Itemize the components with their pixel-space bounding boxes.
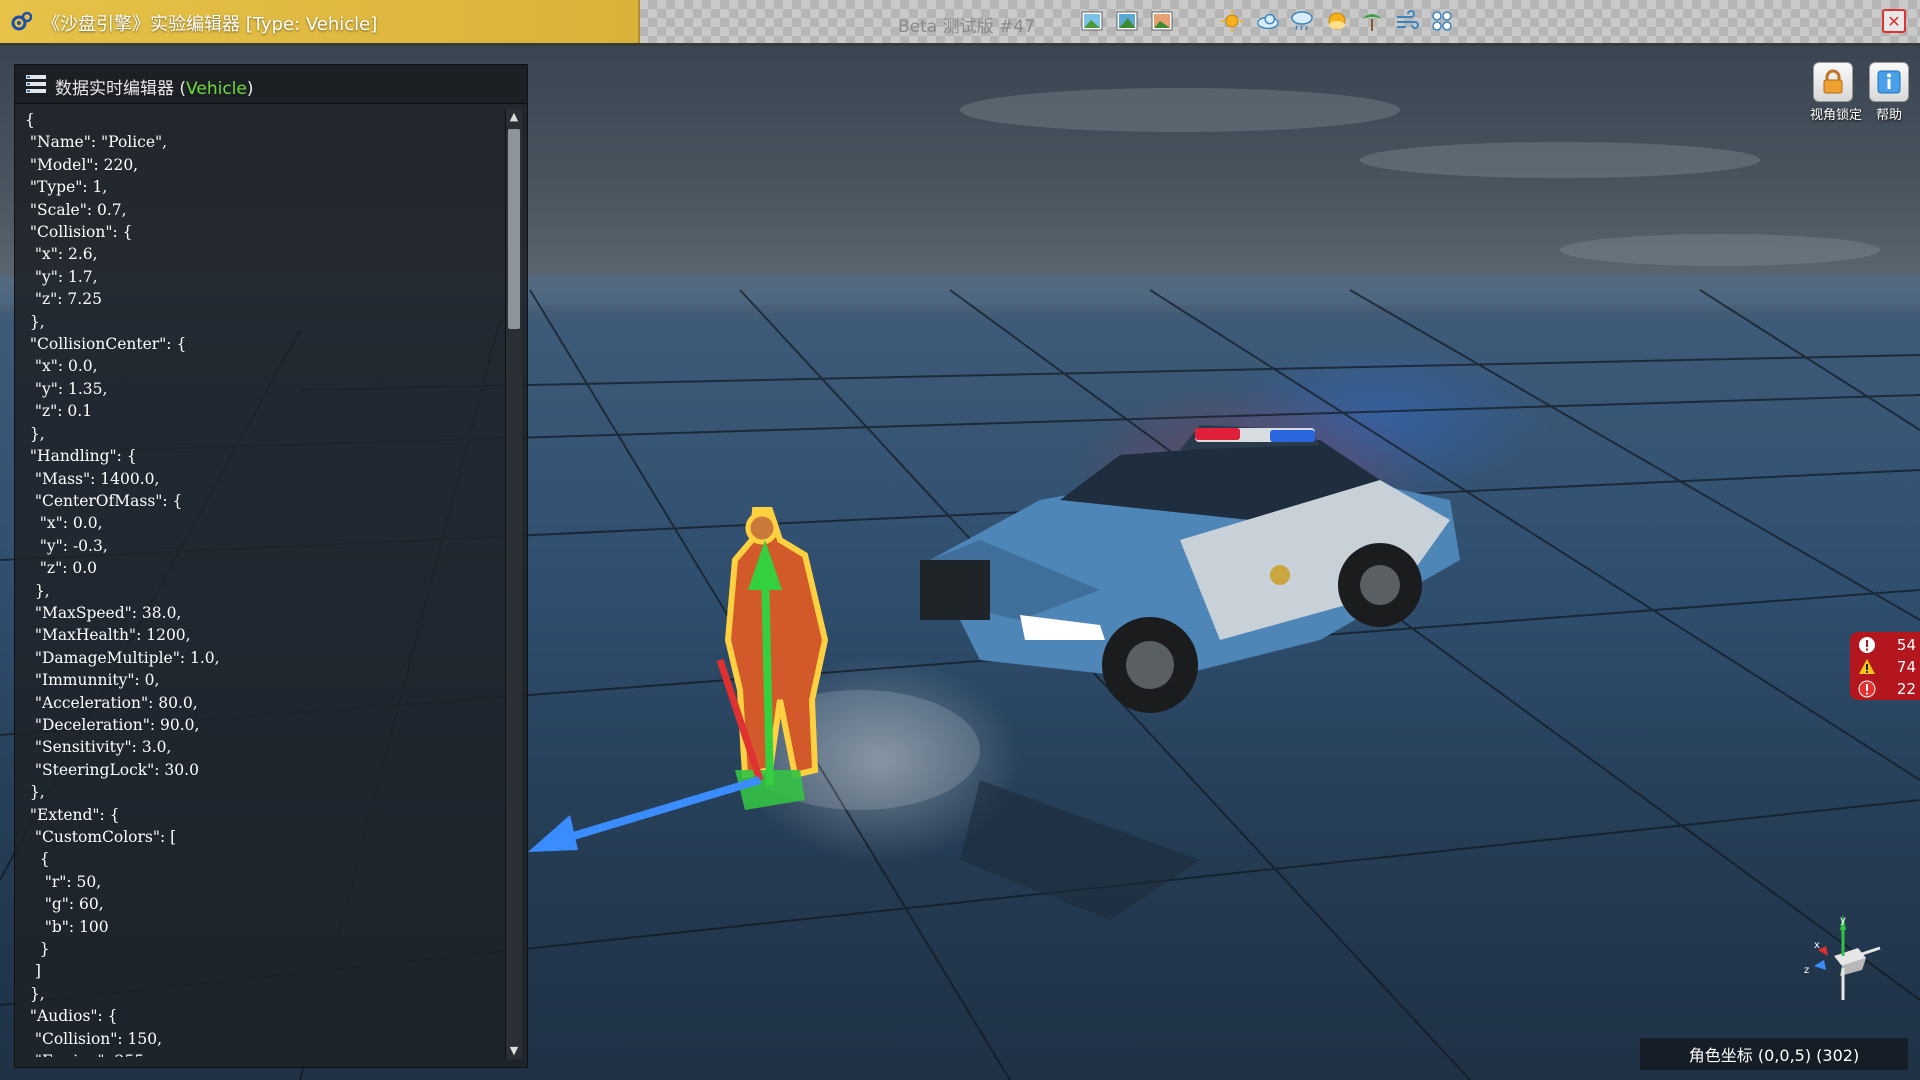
list-icon: [26, 75, 46, 93]
info-icon: [1869, 62, 1909, 102]
alert-count: 22: [1896, 680, 1916, 698]
rain-cloud-icon[interactable]: [1290, 9, 1314, 33]
json-editor-textarea[interactable]: { "Name": "Police", "Model": 220, "Type"…: [25, 109, 505, 1057]
close-button[interactable]: ✕: [1882, 9, 1906, 33]
help-label: 帮助: [1875, 108, 1902, 123]
warning-icon: [1859, 659, 1875, 674]
editor-window: 《沙盘引擎》实验编辑器 [Type: Vehicle] Beta 测试版 #47: [0, 0, 1920, 1080]
version-label: Beta 测试版 #47: [898, 17, 1035, 37]
scroll-thumb[interactable]: [508, 129, 520, 329]
editor-title-type: Vehicle: [186, 79, 247, 99]
editor-scrollbar[interactable]: ▲ ▼: [505, 109, 522, 1059]
axis-y-label: y: [1840, 915, 1846, 926]
diagnostics-badge[interactable]: 54 74 22: [1850, 632, 1920, 700]
editor-title-prefix: 数据实时编辑器 (: [55, 79, 187, 99]
view-lock-label: 视角锁定: [1810, 108, 1863, 123]
wind-icon[interactable]: [1395, 9, 1419, 33]
sun-cloud-icon[interactable]: [1325, 9, 1349, 33]
alert-count-row: 22: [1858, 678, 1916, 700]
editor-title: 数据实时编辑器 (Vehicle): [55, 74, 253, 99]
image-icon[interactable]: [1150, 9, 1174, 33]
axis-orientation-gizmo[interactable]: y x z: [1796, 908, 1886, 1008]
sun-icon[interactable]: [1220, 9, 1244, 33]
title-section: 《沙盘引擎》实验编辑器 [Type: Vehicle]: [0, 0, 640, 43]
snowflake-cluster-icon[interactable]: [1430, 9, 1454, 33]
gears-icon[interactable]: [10, 10, 34, 34]
title-bar: 《沙盘引擎》实验编辑器 [Type: Vehicle] Beta 测试版 #47: [0, 0, 1920, 46]
error-count-row: 54: [1858, 634, 1916, 656]
palm-tree-icon[interactable]: [1360, 9, 1384, 33]
image-icon[interactable]: [1080, 9, 1104, 33]
error-count: 54: [1896, 636, 1916, 654]
character-coordinates: 角色坐标 (0,0,5) (302): [1640, 1038, 1908, 1070]
toolbar: [1080, 9, 1454, 33]
alert-icon: [1858, 680, 1876, 698]
view-lock-button[interactable]: 视角锁定: [1810, 62, 1863, 123]
window-title: 《沙盘引擎》实验编辑器 [Type: Vehicle]: [42, 14, 378, 35]
scroll-down-arrow-icon[interactable]: ▼: [506, 1043, 522, 1059]
image-icon[interactable]: [1115, 9, 1139, 33]
editor-header: 数据实时编辑器 (Vehicle): [15, 65, 527, 104]
error-icon: [1859, 637, 1875, 653]
axis-x-label: x: [1814, 940, 1820, 951]
sky-clouds: [960, 88, 1880, 266]
help-button[interactable]: 帮助: [1866, 62, 1912, 123]
cloud-icon[interactable]: [1255, 9, 1279, 33]
lock-icon: [1813, 62, 1853, 102]
editor-title-suffix: ): [246, 79, 254, 99]
warning-count: 74: [1896, 658, 1916, 676]
scroll-up-arrow-icon[interactable]: ▲: [506, 109, 522, 125]
data-editor-panel: 数据实时编辑器 (Vehicle) { "Name": "Police", "M…: [14, 64, 528, 1068]
warning-count-row: 74: [1858, 656, 1916, 678]
police-car-model[interactable]: [920, 425, 1460, 713]
axis-z-label: z: [1804, 965, 1809, 976]
